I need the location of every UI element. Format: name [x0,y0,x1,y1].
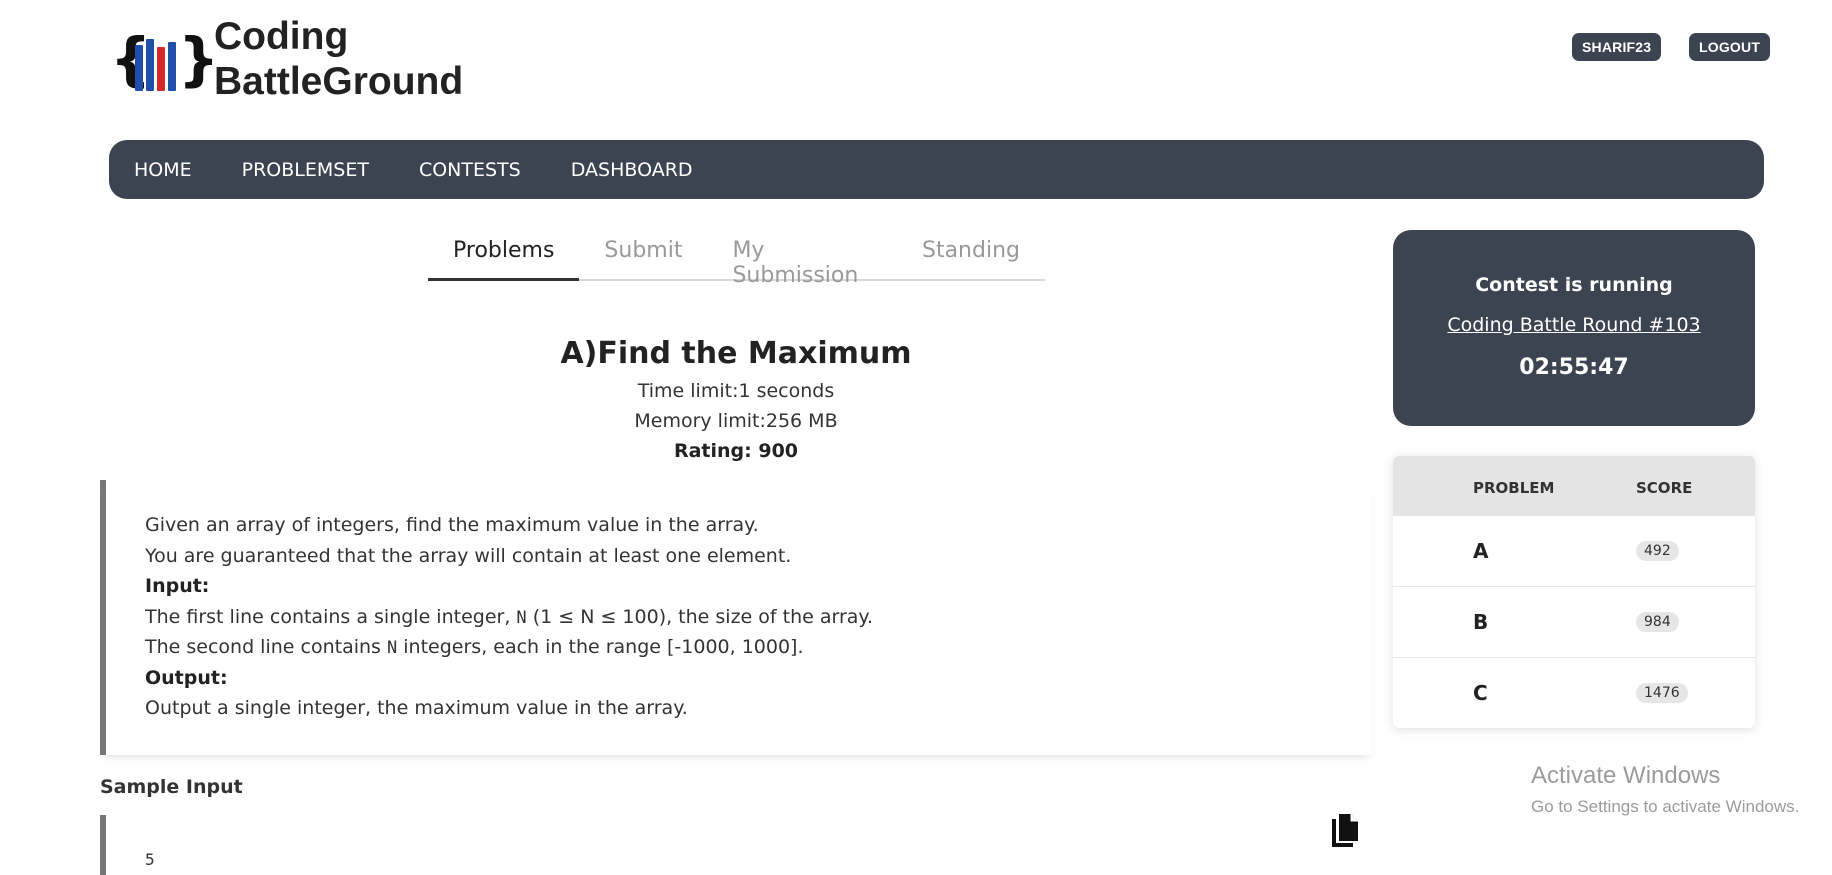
logo-bar-2 [146,39,154,91]
input-line-2-post: integers, each in the range [-1000, 1000… [397,636,804,658]
header-problem: PROBLEM [1473,479,1555,497]
activate-windows-subtitle: Go to Settings to activate Windows. [1531,797,1800,816]
site-title: Coding BattleGround [214,14,463,104]
contest-tabs: Problems Submit My Submission Standing [428,230,1045,288]
input-line-1-code: N [516,607,527,628]
input-line-1-pre: The first line contains a single integer… [145,605,517,628]
logo-bar-4 [168,42,176,91]
tab-my-submission[interactable]: My Submission [707,230,897,288]
table-row[interactable]: B 984 [1393,586,1755,657]
contest-round-link[interactable]: Coding Battle Round #103 [1393,314,1755,336]
tab-standing[interactable]: Standing [897,230,1045,281]
nav-problemset[interactable]: PROBLEMSET [242,159,369,181]
output-heading: Output: [145,663,1372,694]
site-title-line1: Coding [214,15,349,58]
table-row[interactable]: C 1476 [1393,657,1755,728]
username-button[interactable]: SHARIF23 [1572,33,1662,61]
contest-status-card: Contest is running Coding Battle Round #… [1393,230,1755,426]
output-heading-text: Output: [145,666,228,689]
logo-bar-1 [135,45,143,91]
input-heading: Input: [145,571,1372,602]
table-row[interactable]: A 492 [1393,515,1755,586]
nav-contests[interactable]: CONTESTS [419,159,521,181]
output-line-1: Output a single integer, the maximum val… [145,697,688,719]
logo-brace-right: } [178,25,220,93]
problem-id: C [1473,681,1488,705]
logo-bar-3 [157,47,165,91]
input-heading-text: Input: [145,575,210,597]
input-line-1-post: (1 ≤ N ≤ 100), the size of the array. [526,605,874,628]
site-logo[interactable]: { } Coding BattleGround [110,14,463,104]
logout-button[interactable]: LOGOUT [1689,33,1771,61]
input-line-2: The second line contains N integers, eac… [145,632,1372,663]
score-badge: 492 [1636,541,1679,561]
nav-home[interactable]: HOME [134,159,192,181]
contest-status: Contest is running [1475,274,1673,296]
statement-line: You are guaranteed that the array will c… [145,544,792,567]
tab-submit[interactable]: Submit [579,230,707,281]
score-table-header: PROBLEM SCORE [1393,456,1755,515]
time-limit: Time limit:1 seconds [637,380,835,402]
header-score: SCORE [1636,479,1693,497]
main-nav: HOME PROBLEMSET CONTESTS DASHBOARD [109,140,1764,199]
problem-id: A [1473,539,1489,563]
logo-icon: { } [110,25,219,93]
input-line-1: The first line contains a single integer… [145,602,1372,633]
input-line-2-pre: The second line contains [145,636,387,658]
sample-input-value: 5 [145,850,155,869]
site-title-line2: BattleGround [214,60,464,103]
problem-rating: Rating: 900 [673,440,799,462]
input-line-2-code: N [386,638,398,658]
statement-line: Given an array of integers, find the max… [145,514,759,536]
score-badge: 984 [1636,612,1679,632]
activate-windows-title: Activate Windows [1531,762,1721,789]
memory-limit: Memory limit:256 MB [634,410,838,432]
score-badge: 1476 [1636,683,1688,703]
problem-title: A)Find the Maximum [560,336,912,371]
score-table: PROBLEM SCORE A 492 B 984 C 1476 [1393,456,1755,728]
sample-input-label: Sample Input [100,776,243,798]
copy-icon[interactable] [1327,811,1361,851]
problem-statement: Given an array of integers, find the max… [100,480,1372,755]
tab-problems[interactable]: Problems [428,230,580,281]
contest-timer: 02:55:47 [1519,355,1629,380]
sample-input-box: 5 [100,815,1372,875]
problem-id: B [1473,610,1489,634]
nav-dashboard[interactable]: DASHBOARD [571,159,693,181]
